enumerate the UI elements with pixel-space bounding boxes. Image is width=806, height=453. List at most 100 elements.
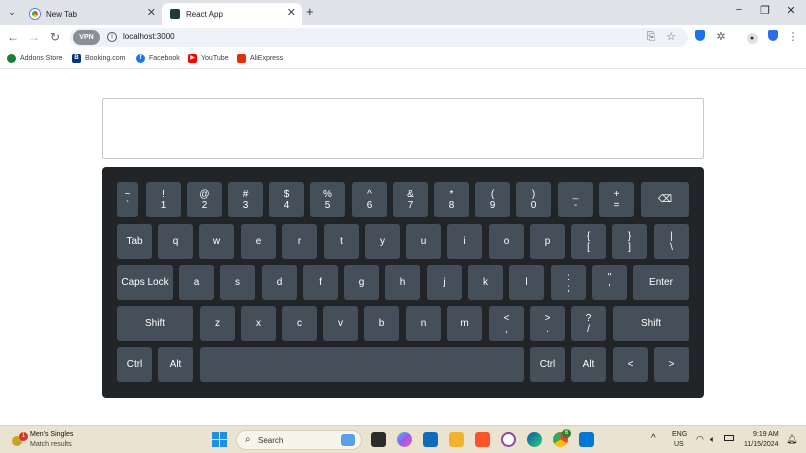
key-=[interactable]: + =: [599, 182, 634, 217]
key-<[interactable]: <: [613, 347, 648, 382]
key-o[interactable]: o: [489, 224, 524, 259]
key-caps-lock[interactable]: Caps Lock: [117, 265, 173, 300]
clock-time[interactable]: 9:19 AM: [753, 431, 779, 438]
key-[[interactable]: {[: [571, 224, 606, 259]
extensions-puzzle-icon[interactable]: ✲: [714, 30, 728, 44]
key-ctrl[interactable]: Ctrl: [117, 347, 152, 382]
vscode-icon[interactable]: [579, 432, 594, 447]
key-j[interactable]: j: [427, 265, 462, 300]
more-menu-icon[interactable]: ⋮: [786, 30, 800, 44]
key-'[interactable]: " ': [592, 265, 627, 300]
key-9[interactable]: (9: [475, 182, 510, 217]
key-m[interactable]: m: [447, 306, 482, 341]
key-alt[interactable]: Alt: [158, 347, 193, 382]
bookmark-addons-store[interactable]: Addons Store: [7, 54, 62, 63]
brave-browser-icon[interactable]: [475, 432, 490, 447]
language-top[interactable]: ENG: [672, 431, 687, 438]
site-info-icon[interactable]: i: [107, 32, 117, 42]
shield-extension-icon[interactable]: [766, 30, 780, 45]
close-tab-icon[interactable]: ✕: [147, 7, 156, 19]
key-alt[interactable]: Alt: [571, 347, 606, 382]
key-.[interactable]: >.: [530, 306, 565, 341]
bookmark-booking[interactable]: B Booking.com: [72, 54, 125, 63]
key-d[interactable]: d: [262, 265, 297, 300]
key-f[interactable]: f: [303, 265, 338, 300]
address-bar[interactable]: VPN i localhost:3000 ⎘ ☆: [70, 28, 688, 47]
chevron-up-icon[interactable]: ^: [651, 433, 656, 444]
key-q[interactable]: q: [158, 224, 193, 259]
key-g[interactable]: g: [344, 265, 379, 300]
key->[interactable]: >: [654, 347, 689, 382]
key--[interactable]: _ -: [558, 182, 593, 217]
key-8[interactable]: * 8: [434, 182, 469, 217]
key-n[interactable]: n: [406, 306, 441, 341]
bookmark-youtube[interactable]: ▶ YouTube: [188, 54, 229, 63]
key-e[interactable]: e: [241, 224, 276, 259]
news-widget-title[interactable]: Men's Singles: [30, 431, 73, 438]
key-shift[interactable]: Shift: [613, 306, 689, 341]
forward-arrow-icon[interactable]: →: [27, 30, 41, 44]
install-app-icon[interactable]: ⎘: [644, 30, 658, 44]
key-s[interactable]: s: [220, 265, 255, 300]
key-6[interactable]: ^ 6: [352, 182, 387, 217]
key-][interactable]: }]: [612, 224, 647, 259]
key-v[interactable]: v: [323, 306, 358, 341]
space-key[interactable]: [200, 347, 524, 382]
key-/[interactable]: ? /: [571, 306, 606, 341]
key-y[interactable]: y: [365, 224, 400, 259]
key-7[interactable]: & 7: [393, 182, 428, 217]
text-output-area[interactable]: [102, 98, 704, 159]
windows-start-icon[interactable]: [212, 432, 227, 447]
key-l[interactable]: l: [509, 265, 544, 300]
key-z[interactable]: z: [200, 306, 235, 341]
new-tab-button[interactable]: +: [306, 4, 314, 19]
notification-bell-icon[interactable]: 🔔︎: [786, 434, 797, 445]
battery-icon[interactable]: [724, 435, 734, 441]
language-bottom[interactable]: US: [674, 441, 684, 448]
backspace-key[interactable]: ⌫: [641, 182, 689, 217]
file-explorer-icon[interactable]: [449, 432, 464, 447]
key-enter[interactable]: Enter: [633, 265, 689, 300]
key-2[interactable]: @2: [187, 182, 222, 217]
key-a[interactable]: a: [179, 265, 214, 300]
key-shift[interactable]: Shift: [117, 306, 193, 341]
key-k[interactable]: k: [468, 265, 503, 300]
copilot-icon[interactable]: [397, 432, 412, 447]
edge-icon[interactable]: [527, 432, 542, 447]
clock-date[interactable]: 11/15/2024: [744, 441, 779, 448]
vpn-badge[interactable]: VPN: [73, 30, 100, 45]
outlook-icon[interactable]: [423, 432, 438, 447]
key-h[interactable]: h: [385, 265, 420, 300]
bookmark-star-icon[interactable]: ☆: [664, 30, 678, 44]
key-x[interactable]: x: [241, 306, 276, 341]
key-ctrl[interactable]: Ctrl: [530, 347, 565, 382]
restore-window-button[interactable]: ❐: [758, 4, 772, 17]
wifi-icon[interactable]: ◠: [696, 434, 704, 445]
key-c[interactable]: c: [282, 306, 317, 341]
minimize-window-button[interactable]: −: [732, 4, 746, 16]
key-3[interactable]: #3: [228, 182, 263, 217]
key-i[interactable]: i: [447, 224, 482, 259]
key-\[interactable]: | \: [654, 224, 689, 259]
volume-icon[interactable]: 🔈︎: [710, 434, 715, 445]
bitwarden-extension-icon[interactable]: [693, 30, 707, 45]
close-window-button[interactable]: ✕: [784, 4, 798, 17]
key-`[interactable]: ~ `: [117, 182, 138, 217]
key-0[interactable]: ) 0: [516, 182, 551, 217]
profile-avatar-icon[interactable]: ●: [745, 30, 759, 44]
url-text[interactable]: localhost:3000: [123, 32, 175, 41]
bookmark-facebook[interactable]: f Facebook: [136, 54, 180, 63]
key-;[interactable]: :;: [551, 265, 586, 300]
key-w[interactable]: w: [199, 224, 234, 259]
key-t[interactable]: t: [324, 224, 359, 259]
tab-react-app[interactable]: React App ✕: [162, 3, 302, 25]
key-b[interactable]: b: [364, 306, 399, 341]
tennis-news-icon[interactable]: 1: [10, 432, 28, 448]
close-tab-icon[interactable]: ✕: [287, 7, 296, 19]
key-tab[interactable]: Tab: [117, 224, 152, 259]
bookmark-aliexpress[interactable]: AliExpress: [237, 54, 283, 63]
tab-new-tab[interactable]: New Tab ✕: [22, 3, 162, 25]
key-r[interactable]: r: [282, 224, 317, 259]
chrome-beta-icon[interactable]: [501, 432, 516, 447]
key-4[interactable]: $4: [269, 182, 304, 217]
